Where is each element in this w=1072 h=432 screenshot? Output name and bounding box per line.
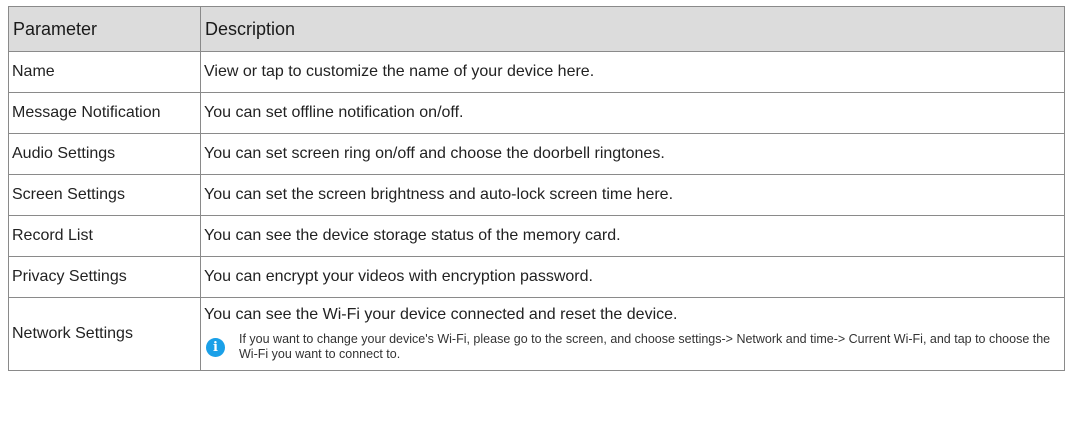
description-cell-with-note: You can see the Wi-Fi your device connec…: [200, 297, 1065, 371]
header-description: Description: [200, 6, 1065, 52]
parameter-cell: Network Settings: [8, 297, 201, 371]
parameter-table: Parameter Description Name View or tap t…: [8, 6, 1065, 371]
parameter-cell: Name: [8, 51, 201, 93]
table-row: Audio Settings You can set screen ring o…: [8, 133, 1065, 175]
parameter-cell: Message Notification: [8, 92, 201, 134]
parameter-cell: Screen Settings: [8, 174, 201, 216]
description-cell: View or tap to customize the name of you…: [200, 51, 1065, 93]
description-text: You can see the Wi-Fi your device connec…: [204, 306, 678, 323]
table-row: Message Notification You can set offline…: [8, 92, 1065, 134]
description-cell: You can encrypt your videos with encrypt…: [200, 256, 1065, 298]
description-cell: You can set offline notification on/off.: [200, 92, 1065, 134]
table-row: Name View or tap to customize the name o…: [8, 51, 1065, 93]
table-row: Privacy Settings You can encrypt your vi…: [8, 256, 1065, 298]
info-note: i If you want to change your device's Wi…: [204, 332, 1064, 362]
parameter-cell: Record List: [8, 215, 201, 257]
info-note-text: If you want to change your device's Wi-F…: [239, 332, 1051, 361]
table-row: Network Settings You can see the Wi-Fi y…: [8, 297, 1065, 371]
table-header-row: Parameter Description: [8, 6, 1065, 52]
info-icon: i: [206, 337, 225, 357]
parameter-cell: Privacy Settings: [8, 256, 201, 298]
parameter-cell: Audio Settings: [8, 133, 201, 175]
description-cell: You can set the screen brightness and au…: [200, 174, 1065, 216]
description-cell: You can set screen ring on/off and choos…: [200, 133, 1065, 175]
table-row: Record List You can see the device stora…: [8, 215, 1065, 257]
table-row: Screen Settings You can set the screen b…: [8, 174, 1065, 216]
description-cell: You can see the device storage status of…: [200, 215, 1065, 257]
header-parameter: Parameter: [8, 6, 201, 52]
